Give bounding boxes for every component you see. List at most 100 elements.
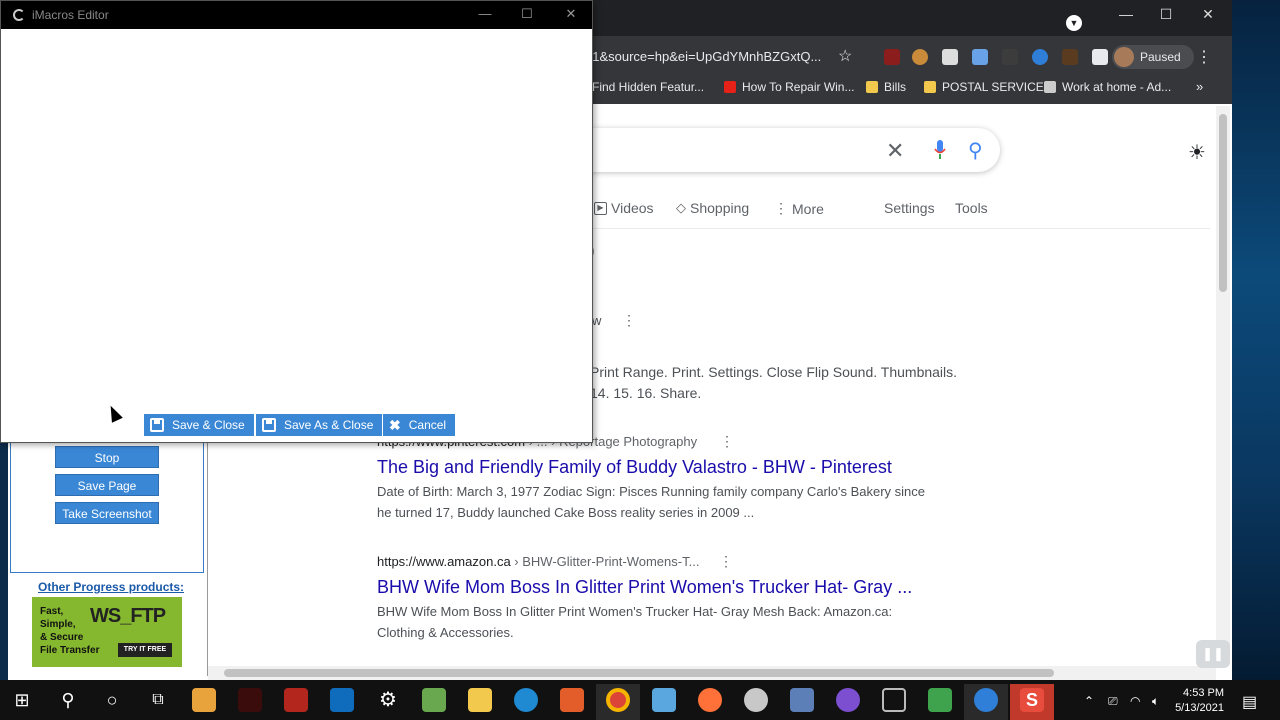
ws-ftp-ad-banner[interactable]: Fast, Simple, & Secure File Transfer WS_… xyxy=(32,597,182,667)
folder-icon xyxy=(924,81,936,93)
loading-spinner-icon xyxy=(13,9,25,21)
result-snippet: BHW Wife Mom Boss In Glitter Print Women… xyxy=(377,604,893,640)
maximize-icon[interactable]: ☐ xyxy=(1156,6,1176,23)
stop-button[interactable]: Stop xyxy=(55,446,159,468)
imacros-globe-icon[interactable] xyxy=(974,688,998,712)
tab-more[interactable]: ⋮ More xyxy=(774,200,824,217)
app-icon[interactable] xyxy=(882,688,906,712)
cookie-extension-icon[interactable] xyxy=(912,49,928,65)
cortana-icon[interactable]: ○ xyxy=(100,688,124,712)
more-bookmarks-icon[interactable]: » xyxy=(1196,79,1203,94)
bookmark-item[interactable]: Work at home - Ad... xyxy=(1044,80,1171,94)
media-pause-button[interactable]: ❚❚ xyxy=(1196,640,1230,668)
clear-search-icon[interactable]: ✕ xyxy=(886,138,904,164)
other-products-link[interactable]: Other Progress products: xyxy=(38,580,184,594)
editor-close-icon[interactable]: ✕ xyxy=(561,6,581,22)
result-snippet-fragment: 14. 15. 16. Share. xyxy=(590,385,702,401)
bookmark-item[interactable]: Bills xyxy=(866,80,906,94)
horizontal-scrollbar[interactable] xyxy=(208,666,1216,680)
address-bar[interactable]: 21&source=hp&ei=UpGdYMnhBZGxtQ... xyxy=(585,49,821,64)
tab-settings[interactable]: Settings xyxy=(884,200,935,216)
clock-time: 4:53 PM xyxy=(1183,687,1224,699)
volume-icon[interactable]: 🔈︎ xyxy=(1152,694,1159,709)
shield-extension-icon[interactable] xyxy=(972,49,988,65)
extension-icon[interactable] xyxy=(884,49,900,65)
app-icon[interactable] xyxy=(836,688,860,712)
editor-maximize-icon[interactable]: ☐ xyxy=(517,6,537,22)
video-icon: ▶ xyxy=(594,201,607,215)
app-icon[interactable] xyxy=(652,688,676,712)
wifi-icon[interactable]: ◠ xyxy=(1130,694,1140,708)
theme-toggle-icon[interactable]: ☀ xyxy=(1188,140,1206,165)
editor-minimize-icon[interactable]: — xyxy=(475,6,495,21)
snagit-icon[interactable]: S xyxy=(1020,688,1044,712)
app-icon[interactable] xyxy=(744,688,768,712)
start-windows-icon[interactable]: ⊞ xyxy=(10,688,34,712)
scrollbar-thumb[interactable] xyxy=(224,669,1054,677)
edge-icon[interactable] xyxy=(514,688,538,712)
clock-date: 5/13/2021 xyxy=(1175,702,1224,714)
save-page-button[interactable]: Save Page xyxy=(55,474,159,496)
result-options-icon[interactable]: ⋮ xyxy=(719,553,733,570)
bookmark-item[interactable]: POSTAL SERVICE xyxy=(924,80,1044,94)
editor-title: iMacros Editor xyxy=(32,8,109,22)
save-close-button[interactable]: Save & Close xyxy=(144,414,254,436)
close-window-icon[interactable]: ✕ xyxy=(1198,6,1218,23)
desktop-background xyxy=(1230,0,1280,688)
chrome-menu-icon[interactable]: ⋮ xyxy=(1196,47,1212,67)
extension-icon[interactable] xyxy=(1062,49,1078,65)
tab-tools[interactable]: Tools xyxy=(955,200,988,216)
notifications-icon[interactable]: ▤ xyxy=(1242,692,1257,712)
chrome-taskbar-icon[interactable] xyxy=(606,688,630,712)
task-view-icon[interactable]: ⧉ xyxy=(146,688,170,712)
search-taskbar-icon[interactable]: ⚲ xyxy=(56,688,80,712)
firefox-icon[interactable] xyxy=(698,688,722,712)
result-title-link[interactable]: BHW Wife Mom Boss In Glitter Print Women… xyxy=(377,577,912,598)
app-icon[interactable] xyxy=(790,688,814,712)
minimize-icon[interactable]: — xyxy=(1116,6,1136,22)
file-explorer-icon[interactable] xyxy=(468,688,492,712)
search-icon[interactable]: ⚲ xyxy=(968,138,983,163)
system-clock[interactable]: 4:53 PM 5/13/2021 xyxy=(1168,686,1224,716)
app-icon[interactable] xyxy=(238,688,262,712)
outlook-icon[interactable] xyxy=(330,688,354,712)
tab-search-icon[interactable]: ▼ xyxy=(1066,15,1082,31)
tray-chevron-icon[interactable]: ⌃ xyxy=(1084,694,1094,708)
result-title-link[interactable]: The Big and Friendly Family of Buddy Val… xyxy=(377,457,892,478)
puzzle-extensions-icon[interactable] xyxy=(1092,49,1108,65)
settings-gear-icon[interactable]: ⚙ xyxy=(376,688,400,712)
store-icon[interactable] xyxy=(192,688,216,712)
mouse-cursor-icon xyxy=(105,403,123,423)
result-options-icon[interactable]: ⋮ xyxy=(720,433,734,450)
app-icon[interactable] xyxy=(928,688,952,712)
bookmark-item[interactable]: Find Hidden Featur... xyxy=(592,80,704,94)
profile-status: Paused xyxy=(1140,50,1181,64)
result-url: https://www.amazon.ca › BHW-Glitter-Prin… xyxy=(377,554,700,569)
tab-shopping[interactable]: ◇ Shopping xyxy=(676,200,749,216)
scrollbar-thumb[interactable] xyxy=(1219,114,1227,292)
filezilla-icon[interactable] xyxy=(284,688,308,712)
folder-icon xyxy=(866,81,878,93)
try-free-button[interactable]: TRY IT FREE xyxy=(118,643,172,657)
device-icon[interactable]: ⎚ xyxy=(1108,694,1118,709)
rocket-app-icon[interactable] xyxy=(560,688,584,712)
youtube-icon xyxy=(724,81,736,93)
notepad-icon[interactable] xyxy=(422,688,446,712)
save-as-close-button[interactable]: Save As & Close xyxy=(256,414,383,436)
take-screenshot-button[interactable]: Take Screenshot xyxy=(55,502,159,524)
bookmark-item[interactable]: How To Repair Win... xyxy=(724,80,854,94)
editor-titlebar[interactable]: iMacros Editor — ☐ ✕ xyxy=(1,1,592,29)
profile-button[interactable]: Paused xyxy=(1112,45,1194,69)
bookmark-star-icon[interactable]: ☆ xyxy=(838,46,852,66)
result-options-icon[interactable]: ⋮ xyxy=(622,312,636,329)
extension-icon[interactable] xyxy=(942,49,958,65)
floppy-disk-icon xyxy=(150,418,164,432)
tab-videos[interactable]: ▶ Videos xyxy=(594,200,654,216)
cancel-button[interactable]: ✖ Cancel xyxy=(383,414,456,436)
extension-icon[interactable] xyxy=(1002,49,1018,65)
ad-logo: WS_FTP xyxy=(90,605,166,627)
microphone-icon[interactable] xyxy=(934,140,946,160)
vertical-scrollbar[interactable] xyxy=(1216,106,1230,662)
globe-extension-icon[interactable] xyxy=(1032,49,1048,65)
result-snippet: Date of Birth: March 3, 1977 Zodiac Sign… xyxy=(377,484,926,520)
